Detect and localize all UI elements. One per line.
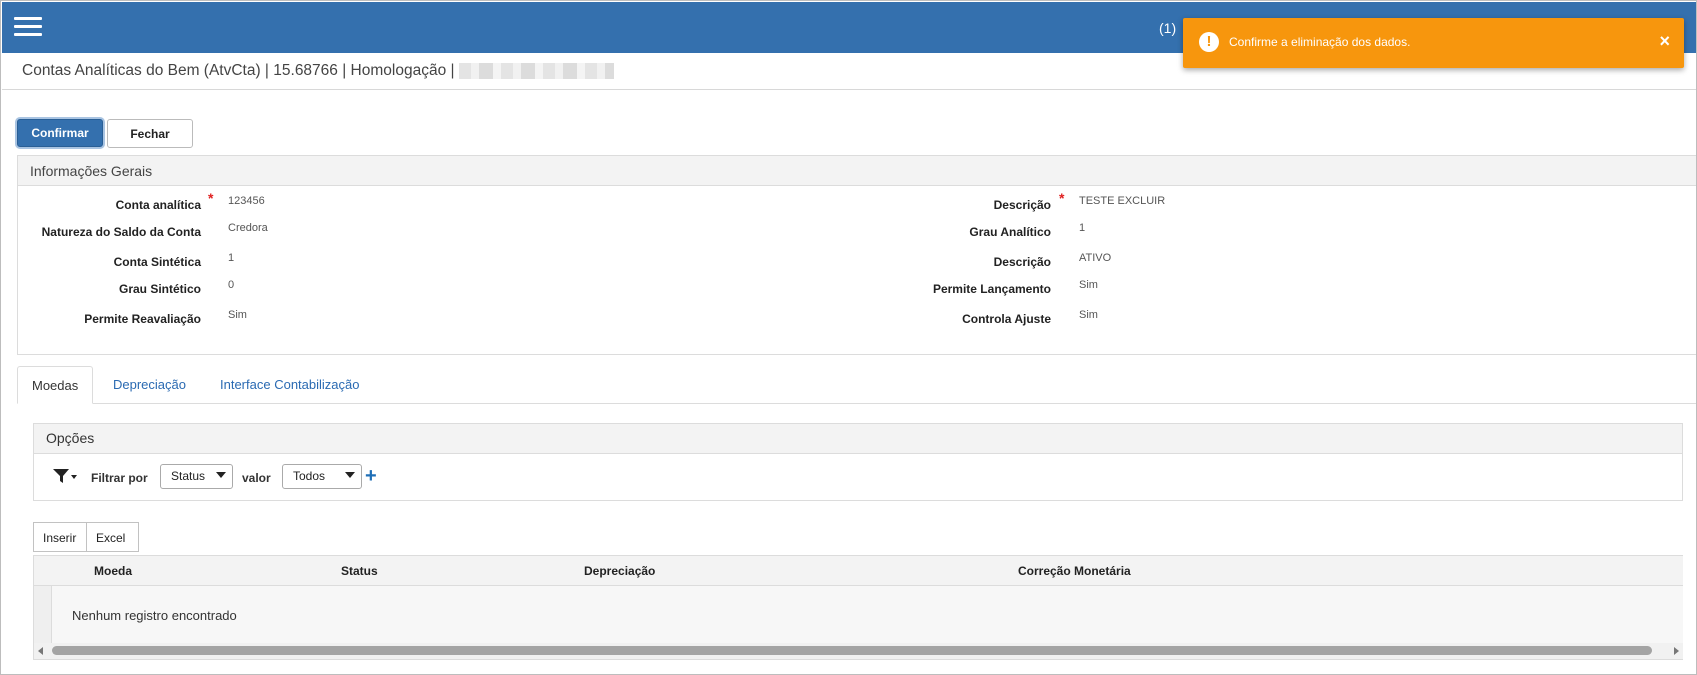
chevron-down-icon (345, 472, 355, 478)
field-value: 0 (228, 279, 235, 291)
redacted-environment (458, 62, 614, 79)
scroll-left-icon[interactable] (38, 647, 43, 655)
excel-button[interactable]: Excel (87, 522, 139, 552)
empty-message: Nenhum registro encontrado (72, 608, 237, 623)
notification-count[interactable]: (1) (1159, 20, 1176, 36)
field-label: Natureza do Saldo da Conta (41, 225, 201, 239)
divider (2, 89, 1696, 90)
tab-depreciacao[interactable]: Depreciação (99, 366, 200, 404)
required-marker: * (208, 190, 214, 206)
close-icon[interactable]: × (1659, 31, 1670, 51)
horizontal-scrollbar[interactable] (34, 643, 1683, 659)
toast-message: Confirme a eliminação dos dados. (1229, 35, 1411, 49)
field-value: TESTE EXCLUIR (1079, 195, 1166, 207)
field-label: Conta analítica (115, 198, 201, 212)
row-gutter (34, 586, 52, 643)
general-info-panel: Informações Gerais Conta analítica * 123… (17, 155, 1696, 355)
confirm-button[interactable]: Confirmar (17, 119, 103, 147)
filter-field-value: Status (171, 469, 206, 483)
panel-heading: Informações Gerais (18, 156, 1696, 186)
column-header-correcao-monetaria[interactable]: Correção Monetária (1018, 564, 1131, 578)
filter-icon[interactable] (52, 468, 78, 489)
options-panel: Opções Filtrar por Status valor Todos + (33, 423, 1683, 501)
column-header-depreciacao[interactable]: Depreciação (584, 564, 655, 578)
field-value: Sim (1079, 309, 1098, 321)
tab-moedas[interactable]: Moedas (17, 366, 94, 404)
filter-value-select[interactable]: Todos (282, 464, 362, 489)
field-label: Grau Analítico (969, 225, 1051, 239)
filter-value-value: Todos (293, 469, 326, 483)
app-window: (1) ! Confirme a eliminação dos dados. ×… (0, 0, 1697, 675)
page-title-text: Contas Analíticas do Bem (AtvCta) | 15.6… (22, 62, 455, 79)
field-value: 123456 (228, 195, 265, 207)
field-value: Sim (228, 309, 247, 321)
field-value: 1 (228, 252, 235, 264)
add-filter-icon[interactable]: + (365, 465, 377, 488)
column-header-moeda[interactable]: Moeda (94, 564, 132, 578)
field-value: 1 (1079, 222, 1086, 234)
page-title: Contas Analíticas do Bem (AtvCta) | 15.6… (22, 62, 614, 80)
required-marker: * (1059, 190, 1065, 206)
field-value: ATIVO (1079, 252, 1112, 264)
tab-interface-contabilizacao[interactable]: Interface Contabilização (206, 366, 373, 404)
field-label: Descrição (993, 255, 1051, 269)
options-heading: Opções (34, 424, 1682, 454)
field-label: Controla Ajuste (962, 312, 1051, 326)
field-label: Permite Reavaliação (84, 312, 201, 326)
filter-by-label: Filtrar por (91, 471, 148, 485)
close-button[interactable]: Fechar (107, 119, 193, 148)
scrollbar-thumb[interactable] (52, 646, 1652, 655)
currency-table: Moeda Status Depreciação Correção Monetá… (33, 555, 1683, 660)
chevron-down-icon (216, 472, 226, 478)
table-header: Moeda Status Depreciação Correção Monetá… (34, 556, 1683, 586)
insert-button[interactable]: Inserir (33, 522, 87, 552)
value-label: valor (242, 471, 271, 485)
warning-toast: ! Confirme a eliminação dos dados. × (1183, 18, 1684, 68)
field-label: Descrição (993, 198, 1051, 212)
field-label: Conta Sintética (113, 255, 201, 269)
hamburger-icon[interactable] (14, 17, 42, 39)
field-label: Grau Sintético (118, 282, 201, 296)
alert-circle-icon: ! (1199, 32, 1219, 52)
field-value: Sim (1079, 279, 1098, 291)
table-body: Nenhum registro encontrado (34, 586, 1683, 643)
scroll-right-icon[interactable] (1674, 647, 1679, 655)
field-value: Credora (228, 222, 268, 234)
filter-field-select[interactable]: Status (160, 464, 233, 489)
field-label: Permite Lançamento (932, 282, 1051, 296)
column-header-status[interactable]: Status (341, 564, 378, 578)
